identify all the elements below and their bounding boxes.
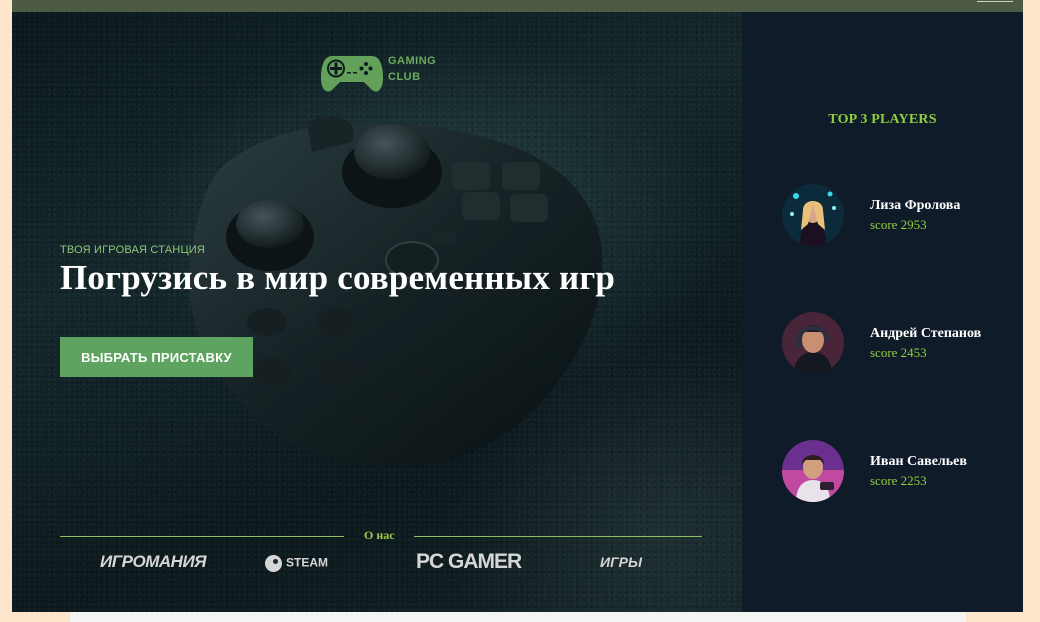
igromania-logo[interactable]: ИГРОМАНИЯ — [100, 552, 207, 572]
page-content-edge — [70, 612, 966, 622]
igry-logo[interactable]: ИГРЫ — [600, 554, 642, 570]
player-card[interactable]: Иван Савельев score 2253 — [782, 440, 1022, 504]
top-bar — [12, 0, 1023, 12]
player-name: Лиза Фролова — [870, 198, 961, 213]
player-name: Андрей Степанов — [870, 326, 982, 341]
gaming-club-logo[interactable]: GAMING CLUB — [320, 52, 460, 94]
avatar — [782, 184, 844, 246]
steam-icon — [265, 555, 282, 572]
hero-eyebrow: ТВОЯ ИГРОВАЯ СТАНЦИЯ — [60, 244, 206, 256]
avatar — [782, 312, 844, 374]
about-link[interactable]: О нас — [364, 528, 395, 543]
player-card[interactable]: Лиза Фролова score 2953 — [782, 184, 1022, 248]
logo-text: GAMING CLUB — [388, 53, 468, 85]
player-card[interactable]: Андрей Степанов score 2453 — [782, 312, 1022, 376]
steam-label: STEAM — [286, 555, 328, 570]
player-name: Иван Савельев — [870, 454, 967, 469]
partner-logos: ИГРОМАНИЯ STEAM PC GAMER ИГРЫ — [60, 550, 702, 576]
divider-line-left — [60, 536, 344, 537]
player-score: score 2453 — [870, 345, 927, 360]
choose-console-button[interactable]: ВЫБРАТЬ ПРИСТАВКУ — [60, 337, 253, 377]
gamepad-image — [12, 12, 742, 612]
divider-line-right — [414, 536, 702, 537]
gamepad-icon — [321, 56, 383, 92]
hero-section: GAMING CLUB ТВОЯ ИГРОВАЯ СТАНЦИЯ Погрузи… — [12, 12, 742, 612]
player-score: score 2253 — [870, 473, 927, 488]
player-score: score 2953 — [870, 217, 927, 232]
pc-gamer-logo[interactable]: PC GAMER — [416, 550, 522, 574]
logo-line-1: GAMING — [388, 55, 437, 67]
top-players-sidebar: TOP 3 PLAYERS Лиза Фролова score 2953 Ан… — [742, 12, 1023, 612]
menu-icon[interactable] — [977, 1, 1013, 2]
hero-headline: Погрузись в мир современных игр — [60, 258, 616, 297]
steam-logo[interactable]: STEAM — [265, 555, 328, 572]
top-players-title: TOP 3 PLAYERS — [828, 112, 937, 127]
logo-line-2: CLUB — [388, 71, 421, 83]
avatar — [782, 440, 844, 502]
about-divider: О нас — [60, 528, 702, 544]
